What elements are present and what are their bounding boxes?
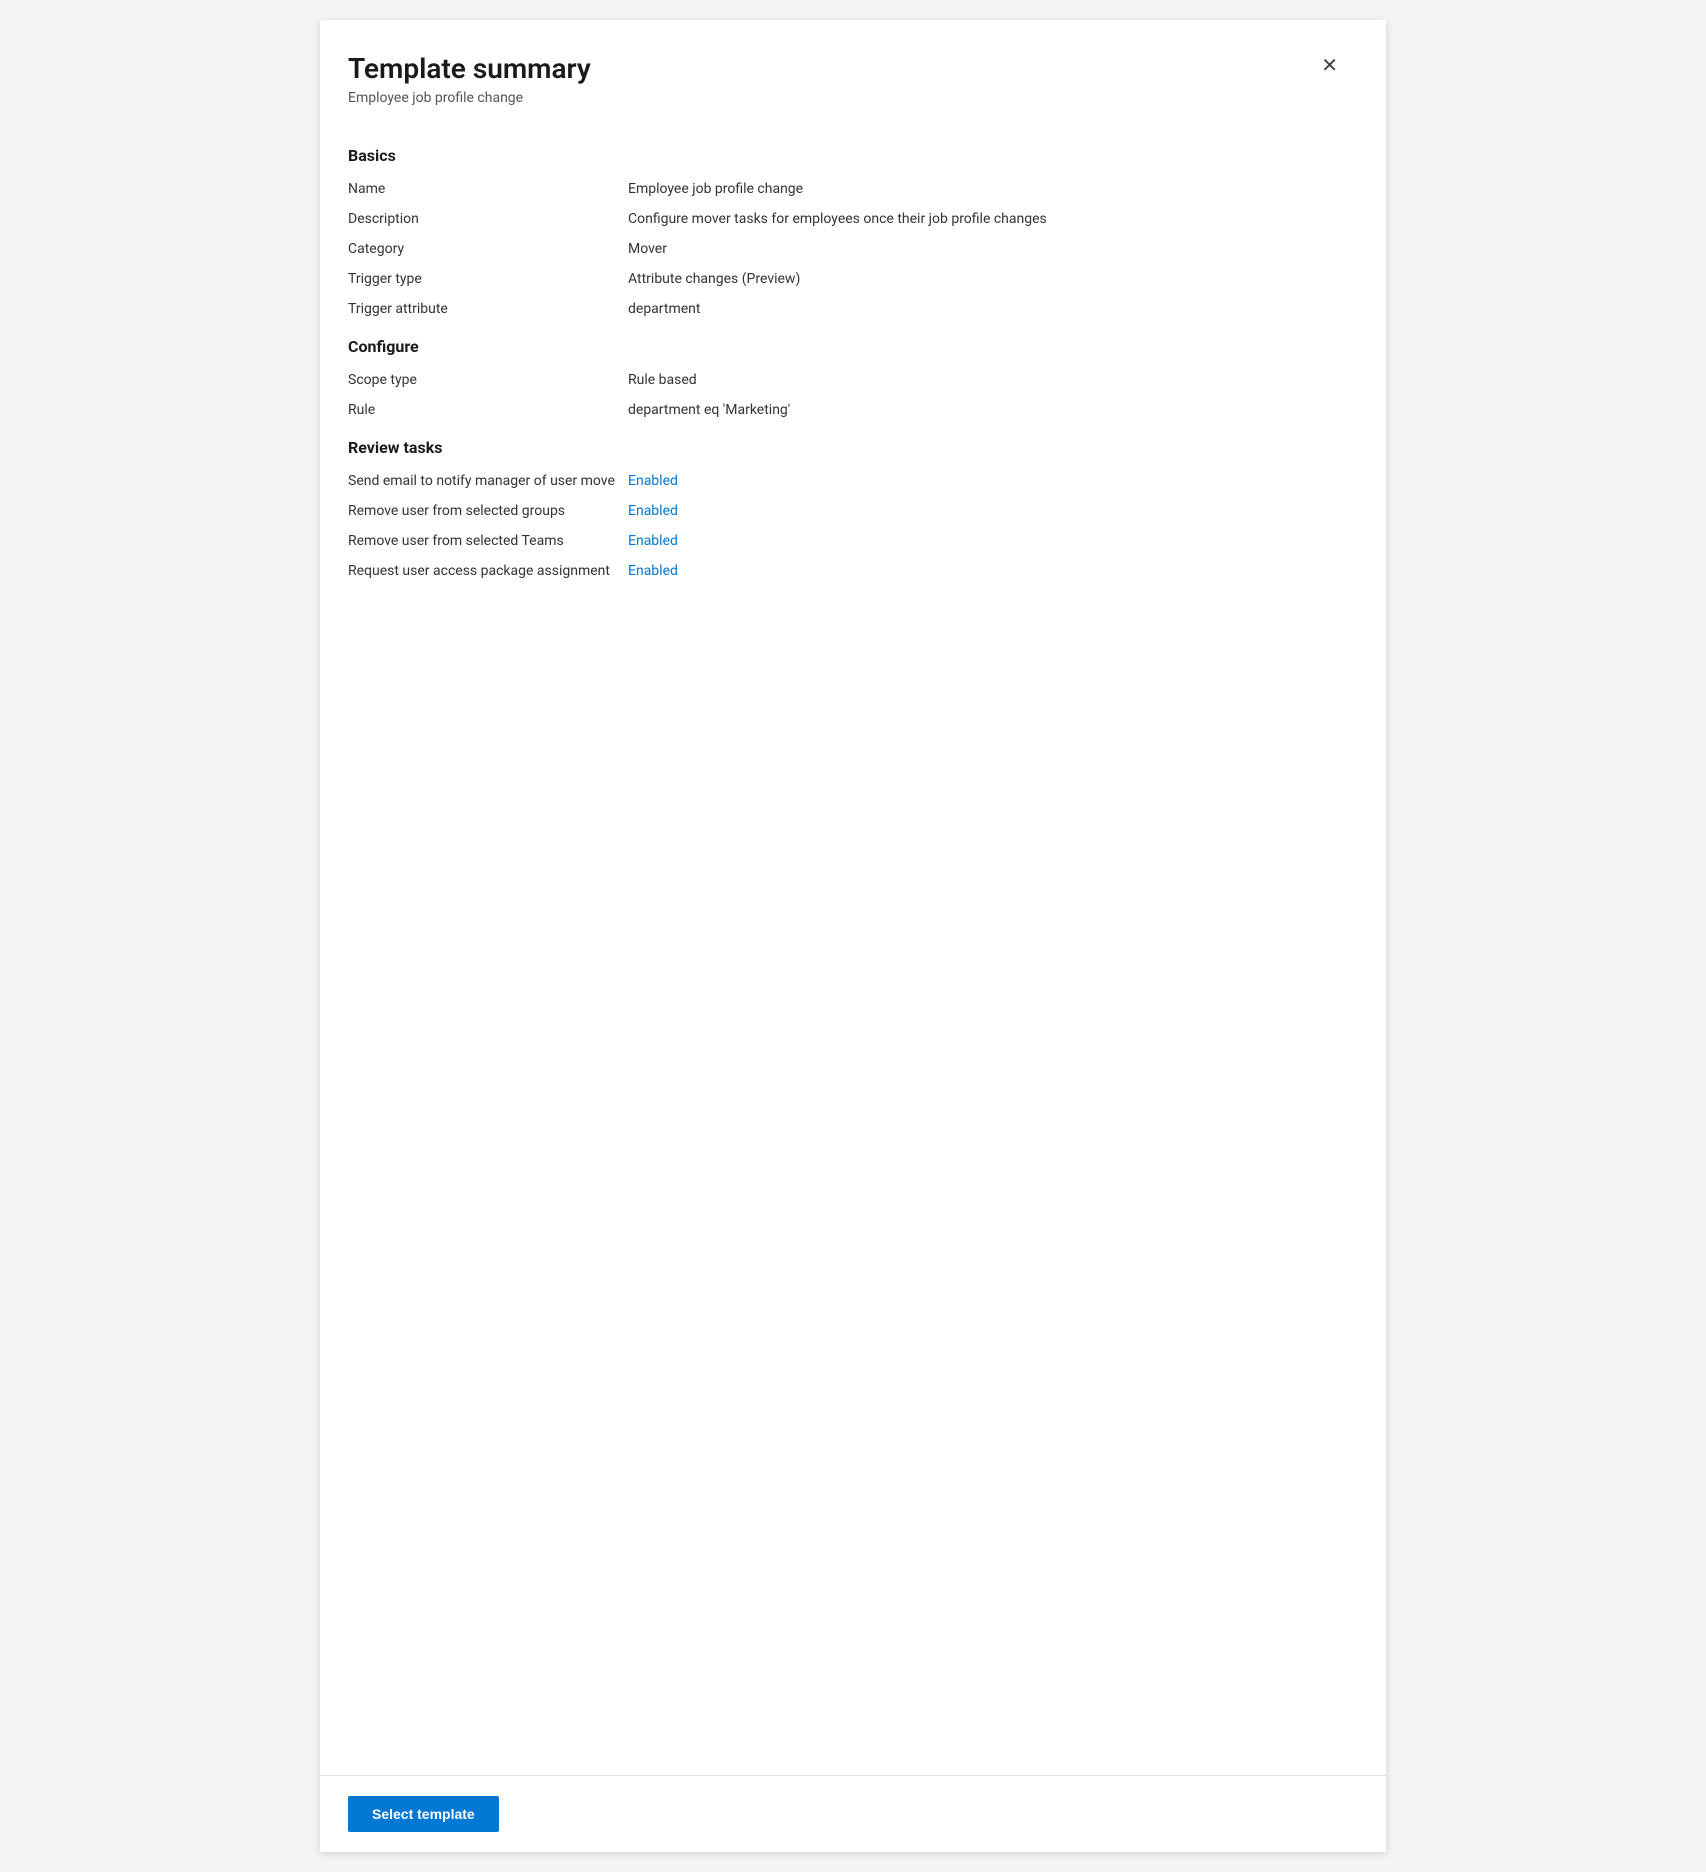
panel-header: Template summary Employee job profile ch… bbox=[348, 52, 1346, 106]
configure-value-scope-type: Rule based bbox=[628, 372, 1346, 388]
panel-subtitle: Employee job profile change bbox=[348, 90, 591, 106]
configure-row-rule: Rule department eq 'Marketing' bbox=[348, 402, 1346, 418]
panel-footer: Select template bbox=[320, 1775, 1386, 1852]
task-value-remove-teams: Enabled bbox=[628, 533, 1346, 549]
task-value-send-email: Enabled bbox=[628, 473, 1346, 489]
configure-row-scope-type: Scope type Rule based bbox=[348, 372, 1346, 388]
review-tasks-heading: Review tasks bbox=[348, 438, 1346, 457]
configure-value-rule: department eq 'Marketing' bbox=[628, 402, 1346, 418]
content-area: Basics Name Employee job profile change … bbox=[348, 138, 1346, 1820]
basics-label-category: Category bbox=[348, 241, 628, 257]
close-icon: ✕ bbox=[1321, 56, 1338, 76]
basics-value-description: Configure mover tasks for employees once… bbox=[628, 211, 1346, 227]
basics-row-category: Category Mover bbox=[348, 241, 1346, 257]
template-summary-panel: Template summary Employee job profile ch… bbox=[320, 20, 1386, 1852]
basics-label-trigger-type: Trigger type bbox=[348, 271, 628, 287]
title-block: Template summary Employee job profile ch… bbox=[348, 52, 591, 106]
task-label-send-email: Send email to notify manager of user mov… bbox=[348, 473, 628, 489]
task-row-send-email: Send email to notify manager of user mov… bbox=[348, 473, 1346, 489]
configure-heading: Configure bbox=[348, 337, 1346, 356]
basics-value-trigger-type: Attribute changes (Preview) bbox=[628, 271, 1346, 287]
select-template-button[interactable]: Select template bbox=[348, 1796, 499, 1832]
basics-row-description: Description Configure mover tasks for em… bbox=[348, 211, 1346, 227]
review-tasks-section: Review tasks Send email to notify manage… bbox=[348, 438, 1346, 579]
task-label-remove-teams: Remove user from selected Teams bbox=[348, 533, 628, 549]
basics-heading: Basics bbox=[348, 146, 1346, 165]
close-button[interactable]: ✕ bbox=[1313, 52, 1346, 80]
task-value-access-package: Enabled bbox=[628, 563, 1346, 579]
panel-title: Template summary bbox=[348, 52, 591, 86]
task-row-remove-teams: Remove user from selected Teams Enabled bbox=[348, 533, 1346, 549]
basics-label-name: Name bbox=[348, 181, 628, 197]
basics-label-description: Description bbox=[348, 211, 628, 227]
configure-label-rule: Rule bbox=[348, 402, 628, 418]
basics-section: Basics Name Employee job profile change … bbox=[348, 146, 1346, 317]
task-label-access-package: Request user access package assignment bbox=[348, 563, 628, 579]
configure-section: Configure Scope type Rule based Rule dep… bbox=[348, 337, 1346, 418]
task-value-remove-groups: Enabled bbox=[628, 503, 1346, 519]
basics-value-trigger-attribute: department bbox=[628, 301, 1346, 317]
basics-row-trigger-attribute: Trigger attribute department bbox=[348, 301, 1346, 317]
basics-value-name: Employee job profile change bbox=[628, 181, 1346, 197]
configure-label-scope-type: Scope type bbox=[348, 372, 628, 388]
select-template-label: Select template bbox=[372, 1806, 475, 1822]
basics-row-trigger-type: Trigger type Attribute changes (Preview) bbox=[348, 271, 1346, 287]
basics-label-trigger-attribute: Trigger attribute bbox=[348, 301, 628, 317]
task-label-remove-groups: Remove user from selected groups bbox=[348, 503, 628, 519]
basics-row-name: Name Employee job profile change bbox=[348, 181, 1346, 197]
task-row-access-package: Request user access package assignment E… bbox=[348, 563, 1346, 579]
task-row-remove-groups: Remove user from selected groups Enabled bbox=[348, 503, 1346, 519]
basics-value-category: Mover bbox=[628, 241, 1346, 257]
